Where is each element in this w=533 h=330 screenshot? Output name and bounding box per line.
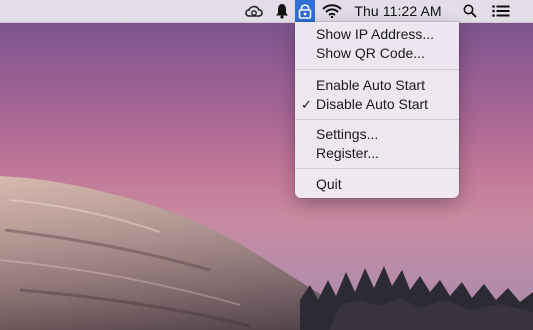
creative-cloud-icon[interactable] [243, 0, 265, 22]
menu-item-label: Disable Auto Start [316, 96, 429, 112]
menu-item-show-ip-address[interactable]: Show IP Address... [295, 25, 459, 44]
checkmark-icon: ✓ [301, 97, 312, 112]
menu-item-register[interactable]: Register... [295, 144, 459, 163]
menu-item-label: Register... [316, 145, 380, 161]
menu-item-disable-auto-start[interactable]: ✓ Disable Auto Start [295, 95, 459, 114]
menu-item-label: Quit [316, 176, 342, 192]
menu-separator [295, 69, 459, 70]
menu-item-label: Settings... [316, 126, 379, 142]
menu-item-settings[interactable]: Settings... [295, 125, 459, 144]
menu-separator [295, 168, 459, 169]
menu-item-label: Show IP Address... [316, 26, 435, 42]
list-icon[interactable] [490, 0, 512, 22]
menu-item-show-qr-code[interactable]: Show QR Code... [295, 44, 459, 63]
menu-item-quit[interactable]: Quit [295, 175, 459, 194]
bell-icon[interactable] [271, 0, 293, 22]
menu-item-label: Show QR Code... [316, 45, 425, 61]
menu-item-label: Enable Auto Start [316, 77, 425, 93]
lock-icon[interactable] [295, 0, 315, 22]
menu-separator [295, 119, 459, 120]
menubar-clock[interactable]: Thu 11:22 AM [350, 0, 446, 22]
dropdown-menu: Show IP Address... Show QR Code... Enabl… [295, 22, 459, 198]
search-icon[interactable] [460, 0, 480, 22]
menu-item-enable-auto-start[interactable]: Enable Auto Start [295, 76, 459, 95]
menu-bar: Thu 11:22 AM [0, 0, 533, 23]
wifi-icon[interactable] [320, 0, 344, 22]
